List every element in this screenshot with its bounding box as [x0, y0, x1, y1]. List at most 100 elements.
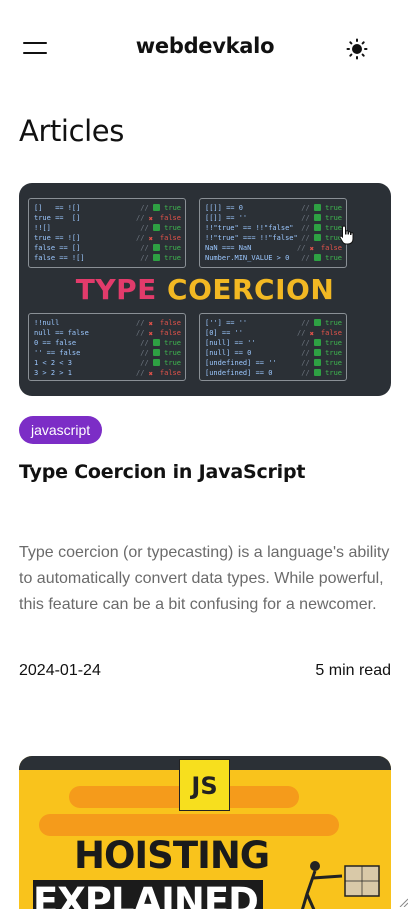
result-text: true	[159, 359, 181, 367]
comment-slash: //	[140, 359, 153, 367]
code-box-4: [''] == '' // true [0] == '' // ✖ false [nul…	[199, 313, 347, 381]
result-text: true	[159, 204, 181, 212]
cover-title: TYPE COERCION	[19, 273, 391, 306]
comment-slash: //	[140, 339, 153, 347]
check-icon	[152, 224, 160, 231]
check-icon	[152, 339, 160, 346]
article-cover-image-hoisting[interactable]: JS HOISTING EXPLAINED	[19, 756, 391, 909]
result-text: true	[320, 214, 342, 222]
code-text: Number.MIN_VALUE > 0	[205, 254, 290, 262]
comment-slash: //	[301, 339, 314, 347]
code-text: [null] == ''	[205, 339, 256, 347]
comment-slash: //	[140, 254, 153, 262]
cross-icon: ✖	[148, 370, 153, 378]
article-excerpt: Type coercion (or typecasting) is a lang…	[19, 544, 390, 613]
comment-slash: //	[301, 369, 314, 377]
js-badge: JS	[179, 759, 230, 811]
article-date: 2024-01-24	[19, 662, 101, 679]
code-result: // ✖ false	[136, 234, 181, 243]
code-text: !!null	[34, 319, 60, 327]
hand-cursor-icon	[339, 225, 354, 245]
code-result: // true	[301, 339, 342, 347]
code-result: // ✖ false	[136, 329, 181, 338]
code-text: !![]	[34, 224, 51, 232]
code-result: // ✖ false	[136, 319, 181, 328]
worker-illustration-icon	[300, 861, 380, 909]
cross-icon: ✖	[309, 330, 314, 338]
result-text: true	[159, 349, 181, 357]
code-result: // ✖ false	[136, 214, 181, 223]
check-icon	[313, 339, 321, 346]
code-text: [0] == ''	[205, 329, 243, 337]
check-icon	[313, 204, 321, 211]
check-icon	[313, 214, 321, 221]
cover-stripe-2	[39, 814, 339, 836]
code-text: [[]] == ''	[205, 214, 248, 222]
check-icon	[313, 369, 321, 376]
code-text: true == ![]	[34, 234, 81, 242]
code-result: // true	[301, 319, 342, 327]
result-text: false	[155, 234, 181, 242]
check-icon	[152, 204, 160, 211]
comment-slash: //	[136, 319, 149, 327]
result-text: true	[159, 224, 181, 232]
comment-slash: //	[140, 244, 153, 252]
code-result: // true	[140, 339, 181, 347]
code-result: // true	[140, 224, 181, 232]
check-icon	[313, 319, 321, 326]
comment-slash: //	[301, 204, 314, 212]
cross-icon: ✖	[148, 215, 153, 223]
js-badge-label: JS	[191, 772, 218, 800]
code-text: !!"true" === !!"false"	[205, 234, 298, 242]
cover-headline-line2: EXPLAINED	[33, 880, 259, 909]
code-result: // true	[301, 214, 342, 222]
check-icon	[313, 224, 321, 231]
result-text: true	[320, 359, 342, 367]
site-header: webdevkalo	[0, 0, 410, 96]
comment-slash: //	[136, 329, 149, 337]
cover-title-part1: TYPE	[75, 273, 157, 306]
comment-slash: //	[297, 244, 310, 252]
result-text: true	[320, 349, 342, 357]
code-result: // ✖ false	[297, 329, 342, 338]
comment-slash: //	[301, 319, 314, 327]
comment-slash: //	[301, 349, 314, 357]
result-text: false	[155, 214, 181, 222]
code-text: [''] == ''	[205, 319, 248, 327]
sun-icon[interactable]	[345, 37, 369, 61]
result-text: true	[320, 254, 342, 262]
result-text: false	[316, 244, 342, 252]
code-text: false == ![]	[34, 254, 85, 262]
result-text: true	[320, 204, 342, 212]
code-result: // true	[140, 254, 181, 262]
result-text: false	[155, 319, 181, 327]
tag-javascript[interactable]: javascript	[19, 416, 103, 444]
page-title: Articles	[19, 114, 124, 148]
code-result: // ✖ false	[136, 369, 181, 378]
code-text: null == false	[34, 329, 89, 337]
cross-icon: ✖	[148, 320, 153, 328]
cover-headline-line1: HOISTING	[74, 834, 270, 877]
code-text: [undefined] == 0	[205, 369, 273, 377]
comment-slash: //	[301, 254, 314, 262]
comment-slash: //	[301, 359, 314, 367]
check-icon	[313, 349, 321, 356]
check-icon	[152, 359, 160, 366]
comment-slash: //	[140, 204, 153, 212]
code-text: [undefined] == ''	[205, 359, 277, 367]
check-icon	[313, 359, 321, 366]
check-icon	[152, 349, 160, 356]
code-text: [] == ![]	[34, 204, 81, 212]
result-text: true	[320, 319, 342, 327]
code-result: // true	[301, 359, 342, 367]
code-text: false == []	[34, 244, 81, 252]
article-cover-image-type-coercion[interactable]: [] == ![] // true true == [] // ✖ false !![]…	[19, 183, 391, 396]
code-text: '' == false	[34, 349, 81, 357]
code-result: // ✖ false	[297, 244, 342, 253]
code-result: // true	[301, 349, 342, 357]
article-title[interactable]: Type Coercion in JavaScript	[19, 461, 305, 483]
resize-handle-icon[interactable]	[398, 897, 408, 907]
code-result: // true	[301, 254, 342, 262]
code-box-1: [] == ![] // true true == [] // ✖ false !![]…	[28, 198, 186, 268]
code-result: // true	[301, 234, 342, 242]
